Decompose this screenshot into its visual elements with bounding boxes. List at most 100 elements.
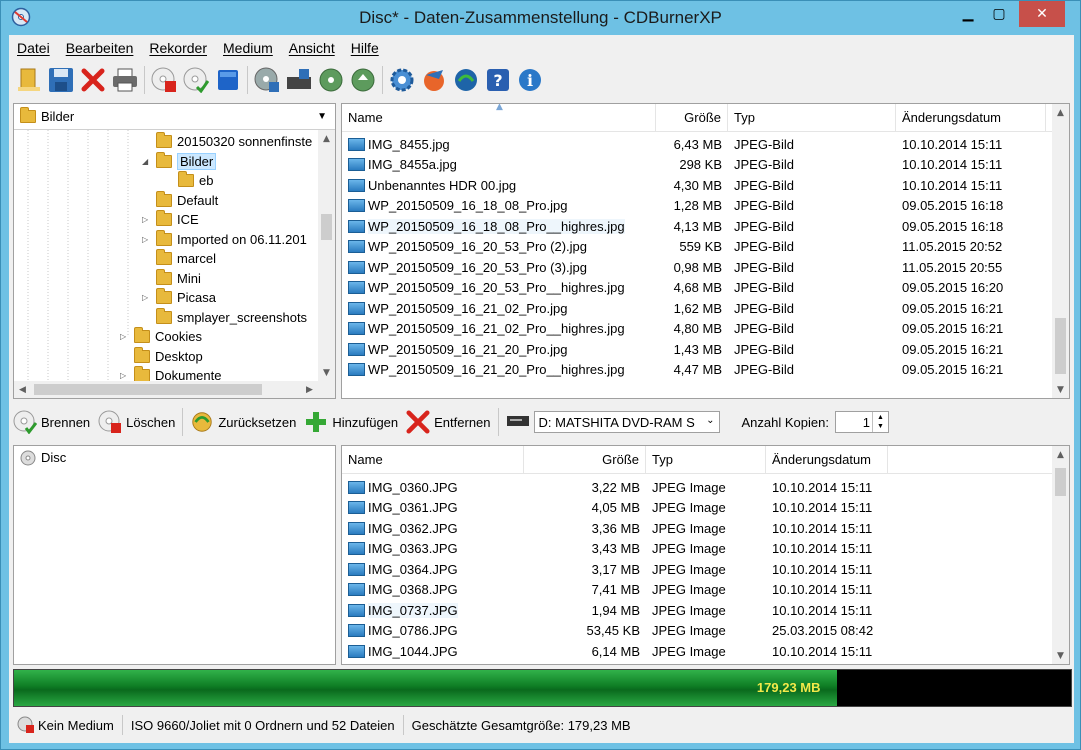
update-button[interactable] xyxy=(450,64,482,96)
file-row[interactable]: WP_20150509_16_21_20_Pro__highres.jpg 4,4… xyxy=(342,360,1052,381)
scroll-thumb[interactable] xyxy=(1055,318,1066,374)
menu-ansicht[interactable]: Ansicht xyxy=(281,38,343,60)
file-row[interactable]: IMG_0361.JPG 4,05 MB JPEG Image 10.10.2014 … xyxy=(342,498,1052,519)
file-row[interactable]: WP_20150509_16_21_02_Pro.jpg 1,62 MB JPEG-… xyxy=(342,298,1052,319)
tree-item[interactable]: ▷ Picasa xyxy=(142,288,216,307)
menu-rekorder[interactable]: Rekorder xyxy=(141,38,215,60)
tree-item[interactable]: ▷ Imported on 06.11.201 xyxy=(142,229,307,249)
tree-item[interactable]: marcel xyxy=(142,249,216,268)
copies-stepper[interactable]: 1 ▲ ▼ xyxy=(834,411,889,433)
menu-hilfe[interactable]: Hilfe xyxy=(343,38,387,60)
stepper-arrows[interactable]: ▲ ▼ xyxy=(871,412,888,432)
burn-button[interactable]: Brennen xyxy=(9,407,94,437)
source-list-vscroll[interactable]: ▲ ▼ xyxy=(1052,104,1069,398)
tree-item[interactable]: smplayer_screenshots xyxy=(142,307,307,327)
menu-datei[interactable]: Datei xyxy=(9,38,58,60)
burn-disc-button[interactable] xyxy=(180,64,212,96)
feedback-button[interactable] xyxy=(418,64,450,96)
print-button[interactable] xyxy=(109,64,141,96)
disc-list-vscroll[interactable]: ▲ ▼ xyxy=(1052,446,1069,664)
file-row[interactable]: IMG_0360.JPG 3,22 MB JPEG Image 10.10.2014 … xyxy=(342,477,1052,498)
file-row[interactable]: WP_20150509_16_21_02_Pro__highres.jpg 4,8… xyxy=(342,319,1052,340)
maximize-button[interactable]: ▢ xyxy=(984,1,1014,27)
reset-button[interactable]: Zurücksetzen xyxy=(186,407,300,437)
minimize-button[interactable]: ▁ xyxy=(953,1,983,27)
column-name[interactable]: Name xyxy=(342,446,524,474)
scroll-up-icon[interactable]: ▲ xyxy=(1052,104,1069,121)
expand-arrow-icon[interactable]: ▷ xyxy=(142,293,152,302)
file-row[interactable]: IMG_8455.jpg 6,43 MB JPEG-Bild 10.10.2014 1… xyxy=(342,134,1052,155)
file-row[interactable]: WP_20150509_16_21_20_Pro.jpg 1,43 MB JPEG-… xyxy=(342,339,1052,360)
tree-item[interactable]: ▷ ICE xyxy=(142,210,199,229)
disc-refresh-button[interactable] xyxy=(347,64,379,96)
tree-item[interactable]: eb xyxy=(164,171,213,190)
tree-item[interactable]: Default xyxy=(142,190,218,210)
folder-tree-hscroll[interactable]: ◀ ▶ xyxy=(14,381,318,398)
scroll-up-icon[interactable]: ▲ xyxy=(1052,446,1069,463)
tree-item[interactable]: ▷ Dokumente xyxy=(120,366,221,381)
scroll-down-icon[interactable]: ▼ xyxy=(318,364,335,381)
file-row[interactable]: WP_20150509_16_20_53_Pro (3).jpg 0,98 MB J… xyxy=(342,257,1052,278)
file-row[interactable]: IMG_0786.JPG 53,45 KB JPEG Image 25.03.2015… xyxy=(342,621,1052,642)
disc-info-button[interactable] xyxy=(251,64,283,96)
remove-button[interactable]: Entfernen xyxy=(402,407,494,437)
file-row[interactable]: WP_20150509_16_20_53_Pro (2).jpg 559 KB JP… xyxy=(342,237,1052,258)
blue-square-button[interactable] xyxy=(212,64,244,96)
folder-tree-vscroll[interactable]: ▲ ▼ xyxy=(318,130,335,398)
expand-arrow-icon[interactable]: ▷ xyxy=(142,215,152,224)
add-button[interactable]: Hinzufügen xyxy=(300,407,402,437)
column-size[interactable]: Größe xyxy=(524,446,646,474)
delete-button[interactable] xyxy=(77,64,109,96)
file-row[interactable]: IMG_0368.JPG 7,41 MB JPEG Image 10.10.2014 … xyxy=(342,580,1052,601)
scroll-thumb[interactable] xyxy=(321,214,332,240)
erase-button[interactable]: Löschen xyxy=(94,407,179,437)
column-date[interactable]: Änderungsdatum xyxy=(766,446,888,474)
scroll-up-icon[interactable]: ▲ xyxy=(318,130,335,147)
close-window-button[interactable]: ✕ xyxy=(1019,1,1065,27)
column-type[interactable]: Typ xyxy=(646,446,766,474)
tree-item[interactable]: 20150320 sonnenfinste xyxy=(142,132,312,151)
erase-disc-button[interactable] xyxy=(148,64,180,96)
tree-item[interactable]: Mini xyxy=(142,268,201,288)
column-date[interactable]: Änderungsdatum xyxy=(896,104,1046,132)
file-row[interactable]: IMG_0364.JPG 3,17 MB JPEG Image 10.10.2014 … xyxy=(342,559,1052,580)
info-button[interactable]: i xyxy=(514,64,546,96)
save-button[interactable] xyxy=(45,64,77,96)
menu-medium[interactable]: Medium xyxy=(215,38,281,60)
stepper-down-icon[interactable]: ▼ xyxy=(877,422,884,431)
tree-item[interactable]: ◢ Bilder xyxy=(142,151,217,171)
disc-copy-button[interactable] xyxy=(315,64,347,96)
file-row[interactable]: WP_20150509_16_18_08_Pro.jpg 1,28 MB JPEG-… xyxy=(342,196,1052,217)
tree-item[interactable]: ▷ Cookies xyxy=(120,327,202,346)
settings-button[interactable] xyxy=(386,64,418,96)
expand-arrow-icon[interactable]: ▷ xyxy=(120,371,130,380)
scroll-right-icon[interactable]: ▶ xyxy=(301,381,318,398)
column-size[interactable]: Größe xyxy=(656,104,728,132)
folder-path-combo[interactable]: Bilder ▼ xyxy=(14,104,335,130)
new-compilation-button[interactable] xyxy=(13,64,45,96)
scroll-down-icon[interactable]: ▼ xyxy=(1052,647,1069,664)
drive-select[interactable]: D: MATSHITA DVD-RAM S ⌄ xyxy=(533,411,720,433)
file-row[interactable]: IMG_8455a.jpg 298 KB JPEG-Bild 10.10.2014 1… xyxy=(342,155,1052,176)
scroll-thumb[interactable] xyxy=(1055,468,1066,496)
file-row[interactable]: Unbenanntes HDR 00.jpg 4,30 MB JPEG-Bild 10… xyxy=(342,175,1052,196)
expand-arrow-icon[interactable]: ◢ xyxy=(142,157,152,166)
expand-arrow-icon[interactable]: ▷ xyxy=(142,235,152,244)
scroll-thumb[interactable] xyxy=(34,384,262,395)
menu-bearbeiten[interactable]: Bearbeiten xyxy=(58,38,142,60)
column-type[interactable]: Typ xyxy=(728,104,896,132)
disc-root-item[interactable]: Disc xyxy=(20,448,66,467)
scroll-left-icon[interactable]: ◀ xyxy=(14,381,31,398)
drive-button[interactable] xyxy=(283,64,315,96)
help-button[interactable]: ? xyxy=(482,64,514,96)
file-row[interactable]: WP_20150509_16_18_08_Pro__highres.jpg 4,1… xyxy=(342,216,1052,237)
file-row[interactable]: IMG_0737.JPG 1,94 MB JPEG Image 10.10.2014 … xyxy=(342,600,1052,621)
file-row[interactable]: IMG_0362.JPG 3,36 MB JPEG Image 10.10.2014 … xyxy=(342,518,1052,539)
tree-item[interactable]: Desktop xyxy=(120,346,203,366)
expand-arrow-icon[interactable]: ▷ xyxy=(120,332,130,341)
title-bar[interactable]: Disc* - Daten-Zusammenstellung - CDBurne… xyxy=(1,1,1080,35)
file-row[interactable]: WP_20150509_16_20_53_Pro__highres.jpg 4,6… xyxy=(342,278,1052,299)
stepper-up-icon[interactable]: ▲ xyxy=(877,413,884,422)
file-row[interactable]: IMG_1044.JPG 6,14 MB JPEG Image 10.10.2014 … xyxy=(342,641,1052,662)
scroll-down-icon[interactable]: ▼ xyxy=(1052,381,1069,398)
